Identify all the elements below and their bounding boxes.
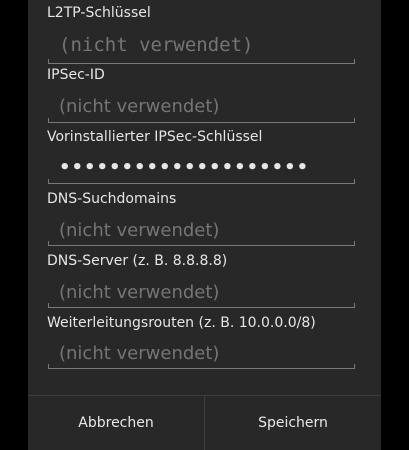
dns-search-domains-tick-right — [354, 241, 355, 246]
forwarding-routes-underline — [48, 368, 355, 369]
dns-search-domains-tick-left — [48, 241, 49, 246]
ipsec-id-tick-left — [48, 118, 49, 123]
ipsec-psk-underline — [48, 183, 355, 184]
dns-server-input[interactable] — [47, 276, 356, 308]
l2tp-key-underline — [48, 63, 355, 64]
dialog-button-bar: Abbrechen Speichern — [28, 395, 381, 450]
ipsec-id-label: IPSec-ID — [47, 67, 105, 83]
ipsec-id-tick-right — [354, 118, 355, 123]
forwarding-routes-tick-left — [48, 364, 49, 369]
l2tp-key-tick-right — [354, 59, 355, 64]
vpn-profile-dialog: L2TP-Schlüssel IPSec-ID Vorinstallierter… — [28, 0, 381, 450]
l2tp-key-tick-left — [48, 59, 49, 64]
save-button[interactable]: Speichern — [205, 396, 381, 450]
dns-server-tick-right — [354, 303, 355, 308]
forwarding-routes-input[interactable] — [47, 337, 356, 369]
l2tp-key-label: L2TP-Schlüssel — [47, 5, 151, 21]
ipsec-id-underline — [48, 122, 355, 123]
ipsec-id-input[interactable] — [47, 90, 356, 122]
dns-server-label: DNS-Server (z. B. 8.8.8.8) — [47, 253, 228, 269]
forwarding-routes-tick-right — [354, 364, 355, 369]
dns-search-domains-underline — [48, 245, 355, 246]
ipsec-psk-tick-left — [48, 179, 49, 184]
ipsec-psk-input[interactable] — [47, 151, 356, 183]
ipsec-psk-tick-right — [354, 179, 355, 184]
dns-search-domains-input[interactable] — [47, 214, 356, 246]
l2tp-key-input[interactable] — [47, 29, 356, 61]
dns-server-tick-left — [48, 303, 49, 308]
dns-server-underline — [48, 307, 355, 308]
ipsec-psk-label: Vorinstallierter IPSec-Schlüssel — [47, 129, 263, 145]
dns-search-domains-label: DNS-Suchdomains — [47, 191, 177, 207]
forwarding-routes-label: Weiterleitungsrouten (z. B. 10.0.0.0/8) — [47, 315, 316, 331]
cancel-button[interactable]: Abbrechen — [28, 396, 204, 450]
